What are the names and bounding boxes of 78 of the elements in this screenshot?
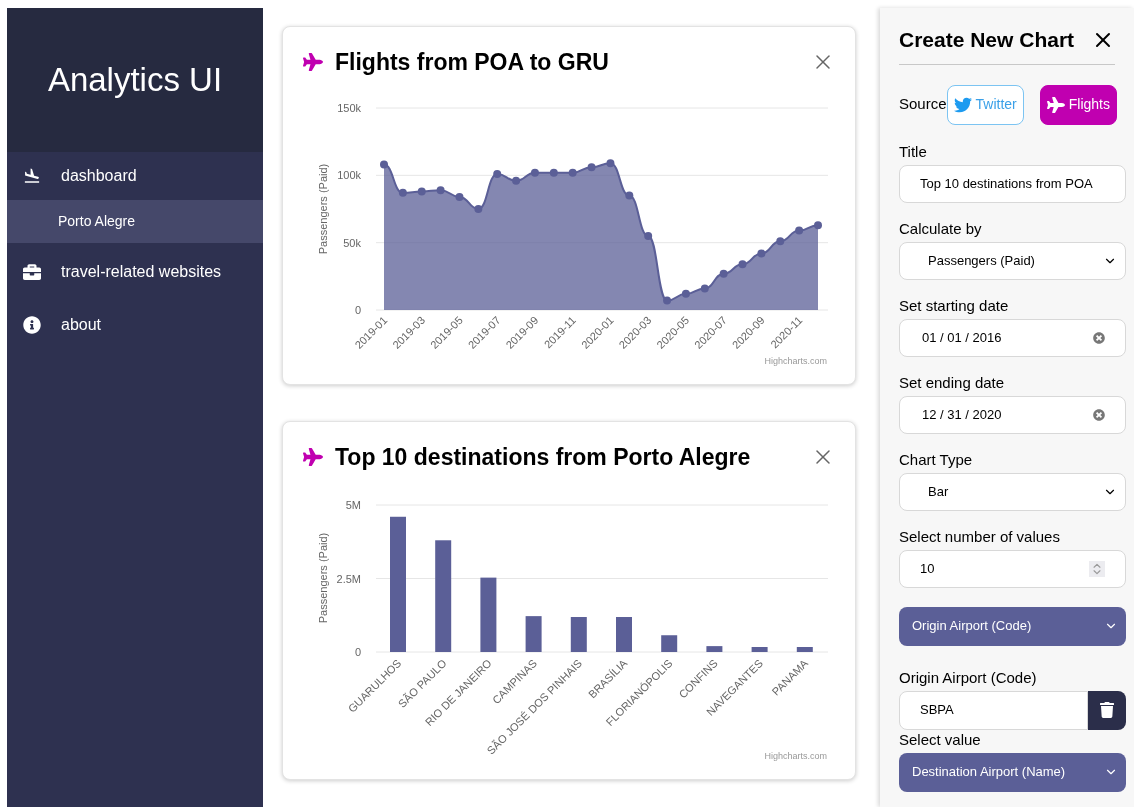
field-label: Set ending date [899, 372, 1006, 393]
delete-button[interactable] [1088, 690, 1126, 730]
axis-title: Passengers (Paid) [317, 532, 329, 624]
bar [751, 647, 768, 652]
select-field[interactable]: Bar [899, 472, 1126, 511]
axis-label: 2.5M [336, 572, 361, 585]
nav-item[interactable]: Porto Alegre [7, 200, 263, 243]
plane-icon [303, 52, 323, 72]
plane-landing-icon [23, 167, 41, 185]
bar [661, 635, 678, 652]
data-point [663, 296, 672, 305]
data-point [757, 249, 766, 258]
bar [570, 617, 587, 652]
data-point [474, 205, 483, 213]
card-title: Flights from POA to GRU [335, 47, 610, 77]
axis-label: 100k [337, 169, 361, 182]
axis-label: 150k [337, 102, 361, 114]
axis-label: 0 [354, 646, 361, 658]
plane-icon [303, 447, 323, 467]
data-point [644, 231, 653, 240]
field-label: Calculate by [899, 218, 983, 239]
briefcase-icon [23, 263, 41, 281]
date-field[interactable]: 01 / 01 / 2016 [899, 318, 1126, 357]
info-icon [23, 316, 41, 334]
plane-icon [1046, 95, 1065, 114]
data-point [549, 168, 558, 177]
data-point [512, 176, 521, 185]
field-label: Set starting date [899, 295, 1010, 316]
data-point [700, 284, 709, 293]
clear-icon[interactable] [1093, 408, 1105, 421]
bar [616, 617, 632, 652]
text-field[interactable]: SBPA [899, 690, 1088, 730]
select-field[interactable]: Origin Airport (Code) [899, 606, 1126, 646]
axis-label: 0 [354, 304, 361, 316]
data-point [568, 168, 577, 177]
bar [706, 646, 723, 652]
data-point [436, 186, 445, 195]
data-point [681, 289, 690, 298]
credit-text: Highcharts.com [764, 354, 827, 368]
field-label: Select number of values [899, 526, 1061, 547]
data-point [398, 188, 407, 197]
data-point [814, 221, 822, 230]
data-point [776, 237, 785, 246]
data-point [606, 159, 615, 168]
axis-title: Passengers (Paid) [317, 163, 329, 255]
trash-icon [1099, 702, 1115, 718]
number-field[interactable]: 10 [899, 549, 1126, 588]
date-field[interactable]: 12 / 31 / 2020 [899, 395, 1126, 434]
field-label: Title [899, 141, 928, 162]
bar [525, 616, 542, 652]
data-point [719, 269, 728, 278]
data-point [455, 192, 464, 201]
data-point [738, 260, 747, 269]
text-field[interactable]: Top 10 destinations from POA [899, 164, 1126, 203]
axis-label: 5M [345, 499, 361, 511]
data-point [493, 170, 502, 178]
card-title: Top 10 destinations from Porto Alegre [335, 442, 752, 472]
data-point [795, 226, 804, 235]
source-label: Source [899, 94, 947, 115]
data-point [587, 163, 596, 172]
data-point [380, 160, 388, 169]
clear-icon[interactable] [1093, 331, 1105, 344]
bird-icon [953, 95, 972, 114]
field-label: Select value [899, 729, 982, 750]
credit-text: Highcharts.com [764, 749, 827, 763]
panel-title: Create New Chart [899, 27, 1075, 53]
app-title: Analytics UI [47, 60, 223, 101]
data-point [625, 191, 634, 200]
select-field[interactable]: Passengers (Paid) [899, 241, 1126, 280]
axis-label: 50k [343, 236, 361, 249]
spinner-icon[interactable] [1089, 560, 1105, 577]
bar [796, 647, 813, 652]
source-button[interactable]: Flights [1039, 84, 1117, 125]
field-label: Origin Airport (Code) [899, 667, 1038, 688]
field-label: Chart Type [899, 449, 974, 470]
data-point [417, 187, 426, 196]
select-field[interactable]: Destination Airport (Name) [899, 752, 1126, 792]
data-point [530, 168, 539, 177]
